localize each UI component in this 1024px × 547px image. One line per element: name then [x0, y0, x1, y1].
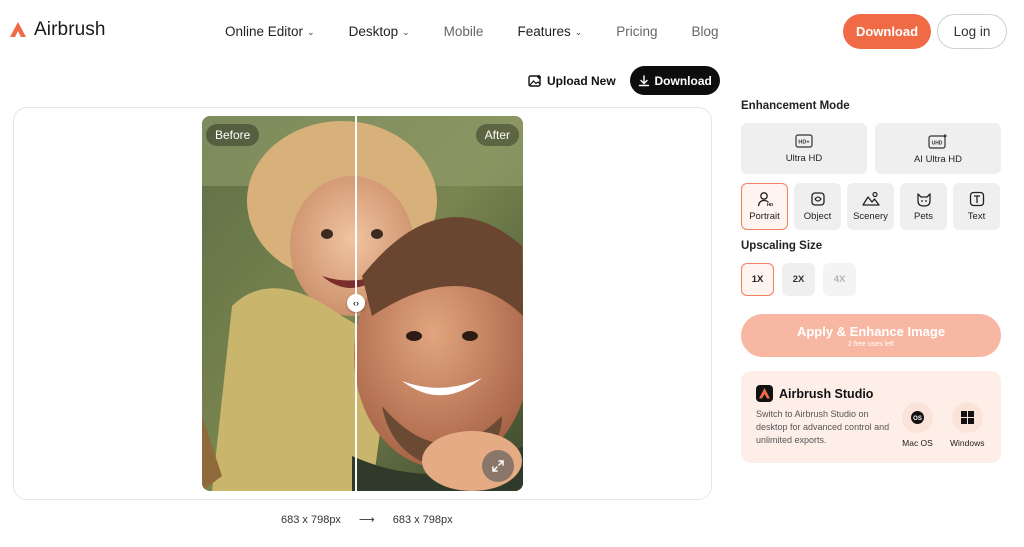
upload-new-label: Upload New	[547, 73, 616, 88]
mac-os-download[interactable]: OS Mac OS	[902, 402, 933, 448]
subject-label: Text	[967, 211, 986, 222]
scenery-icon	[861, 191, 880, 206]
subject-portrait[interactable]: HD Portrait	[741, 183, 788, 230]
subject-label: Portrait	[749, 211, 780, 222]
studio-title-text: Airbrush Studio	[779, 386, 874, 401]
subject-label: Object	[803, 211, 832, 222]
nav-blog[interactable]: Blog	[692, 24, 719, 39]
after-label: After	[475, 124, 519, 146]
nav-desktop[interactable]: Desktop ⌄	[349, 24, 410, 39]
svg-text:HD+: HD+	[798, 139, 809, 145]
header-download-button[interactable]: Download	[843, 14, 931, 49]
nav-mobile[interactable]: Mobile	[444, 24, 484, 39]
size-4x: 4X	[823, 263, 856, 296]
expand-button[interactable]	[482, 450, 514, 482]
subject-label: Pets	[913, 211, 933, 222]
top-nav: Airbrush Online Editor ⌄ Desktop ⌄ Mobile …	[0, 0, 1024, 64]
brand-name: Airbrush	[34, 19, 106, 40]
object-icon	[810, 192, 825, 206]
login-button[interactable]: Log in	[937, 14, 1007, 49]
portrait-icon: HD	[757, 192, 773, 207]
airbrush-studio-logo-icon	[756, 385, 773, 402]
windows-label: Windows	[950, 438, 985, 448]
output-size: 683 x 798px	[392, 513, 453, 526]
nav-pricing[interactable]: Pricing	[616, 24, 657, 39]
svg-text:HD: HD	[766, 202, 772, 207]
upscaling-size-title: Upscaling Size	[741, 240, 823, 252]
text-icon	[969, 191, 984, 207]
apply-enhance-button[interactable]: Apply & Enhance Image 2 free uses left	[741, 314, 1001, 357]
download-result-button[interactable]: Download	[629, 66, 720, 95]
free-uses-text: 2 free uses left	[848, 340, 894, 348]
windows-icon	[951, 402, 983, 433]
before-after-photo[interactable]: Before After ‹›	[202, 116, 523, 491]
uhd-sparkle-icon: UHD	[928, 133, 948, 149]
airbrush-logo-icon	[10, 22, 26, 37]
compare-handle-icon[interactable]: ‹›	[347, 294, 365, 312]
size-1x[interactable]: 1X	[741, 263, 774, 296]
before-label: Before	[206, 124, 260, 146]
macos-icon: OS	[902, 402, 933, 433]
subject-object[interactable]: Object	[794, 183, 841, 230]
mode-label: Ultra HD	[785, 152, 823, 164]
arrow-right-icon: ⟶	[358, 514, 375, 526]
studio-promo-card: Airbrush Studio Switch to Airbrush Studi…	[741, 371, 1001, 463]
main-nav: Online Editor ⌄ Desktop ⌄ Mobile Features ⌄…	[225, 24, 753, 39]
pets-icon	[916, 193, 931, 207]
studio-title: Airbrush Studio	[756, 385, 873, 402]
expand-icon	[492, 460, 504, 472]
svg-text:OS: OS	[913, 416, 922, 422]
mac-os-label: Mac OS	[902, 438, 933, 448]
mode-label: AI Ultra HD	[913, 153, 963, 165]
mode-ultra-hd[interactable]: HD+ Ultra HD	[741, 123, 867, 174]
svg-text:UHD: UHD	[932, 140, 943, 146]
nav-online-editor[interactable]: Online Editor ⌄	[225, 24, 315, 39]
nav-label: Features	[517, 24, 571, 39]
enhancement-mode-title: Enhancement Mode	[741, 100, 850, 112]
subject-pets[interactable]: Pets	[900, 183, 947, 230]
nav-label: Desktop	[348, 24, 399, 39]
size-2x[interactable]: 2X	[782, 263, 815, 296]
hd-plus-icon: HD+	[795, 133, 813, 148]
studio-description: Switch to Airbrush Studio on desktop for…	[756, 409, 890, 445]
nav-features[interactable]: Features ⌄	[517, 24, 582, 39]
subject-text[interactable]: Text	[953, 183, 1000, 230]
brand-logo[interactable]: Airbrush	[8, 19, 106, 41]
mode-ai-ultra-hd[interactable]: UHD AI Ultra HD	[875, 123, 1001, 174]
nav-label: Pricing	[616, 24, 658, 39]
size-readout: 683 x 798px ⟶ 683 x 798px	[281, 513, 453, 527]
subject-label: Scenery	[853, 211, 888, 222]
editor-actions: Upload New Download	[528, 66, 720, 95]
nav-label: Online Editor	[225, 24, 304, 39]
download-result-label: Download	[654, 73, 712, 88]
apply-label: Apply & Enhance Image	[796, 323, 946, 339]
windows-download[interactable]: Windows	[950, 402, 984, 448]
chevron-down-icon: ⌄	[307, 27, 315, 37]
nav-label: Blog	[691, 24, 719, 39]
input-size: 683 x 798px	[281, 513, 341, 526]
chevron-down-icon: ⌄	[574, 27, 583, 37]
download-icon	[638, 74, 649, 86]
nav-label: Mobile	[443, 24, 484, 39]
upload-new-button[interactable]: Upload New	[528, 74, 616, 88]
upload-image-icon	[528, 74, 541, 87]
subject-scenery[interactable]: Scenery	[847, 183, 894, 230]
chevron-down-icon: ⌄	[402, 27, 410, 37]
